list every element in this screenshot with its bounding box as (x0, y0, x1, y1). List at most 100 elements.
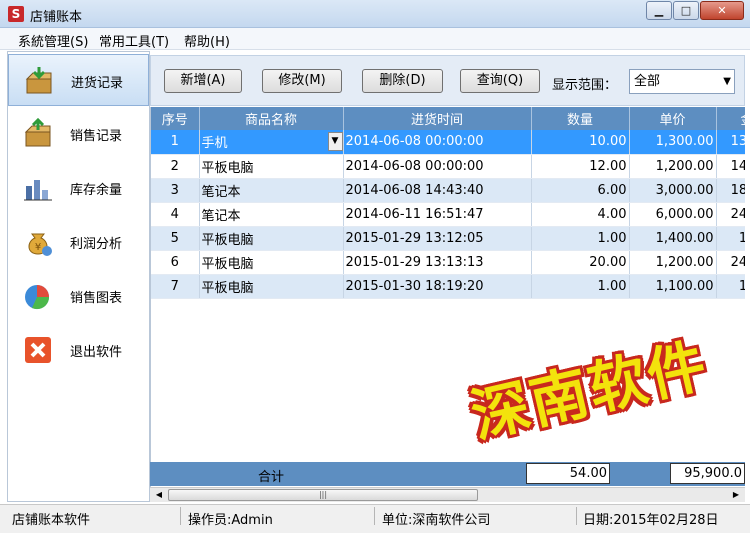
cell-product: 平板电脑 (199, 250, 344, 275)
sidebar-item-label: 进货记录 (71, 76, 124, 91)
cell-amount: 1,400.0 (716, 226, 745, 251)
cell-index: 3 (151, 178, 200, 203)
window-title: 店铺账本 (30, 10, 83, 25)
close-window-button[interactable]: ✕ (700, 1, 744, 20)
cell-price: 1,200.00 (629, 250, 717, 275)
cell-time: 2015-01-30 18:19:20 (343, 274, 532, 299)
cell-quantity: 12.00 (531, 154, 630, 179)
sidebar-item-stock[interactable]: 库存余量 (8, 162, 149, 214)
status-app-name: 店铺账本软件 (12, 513, 91, 528)
dropdown-arrow-icon[interactable]: ▼ (327, 132, 342, 151)
cell-time: 2014-06-08 00:00:00 (343, 154, 532, 179)
filter-label: 显示范围： (552, 78, 618, 93)
sidebar-item-purchase[interactable]: 进货记录 (8, 54, 149, 106)
table-row[interactable]: 2 平板电脑 2014-06-08 00:00:00 12.00 1,200.0… (151, 154, 745, 179)
cell-price: 6,000.00 (629, 202, 717, 227)
scrollbar-thumb[interactable]: ||| (168, 489, 478, 501)
cell-amount: 24,000.0 (716, 202, 745, 227)
cell-time: 2015-01-29 13:13:13 (343, 250, 532, 275)
sidebar-item-label: 库存余量 (70, 183, 123, 198)
table-row[interactable]: 6 平板电脑 2015-01-29 13:13:13 20.00 1,200.0… (151, 250, 745, 275)
purchase-table: 序号 商品名称 进货时间 数量 单价 金额 1 手机 ▼ 2014-06-08 … (150, 107, 745, 502)
sidebar: 进货记录 销售记录 库存余量 ¥ 利润分析 销售图表 退出软件 (7, 51, 150, 502)
cell-amount: 18,000.0 (716, 178, 745, 203)
cell-index: 7 (151, 274, 200, 299)
delete-button[interactable]: 删除(D) (362, 69, 443, 93)
header-product[interactable]: 商品名称 (199, 107, 344, 130)
table-header-row: 序号 商品名称 进货时间 数量 单价 金额 (151, 107, 745, 130)
menu-help[interactable]: 帮助(H) (184, 31, 230, 50)
cell-quantity: 20.00 (531, 250, 630, 275)
maximize-button[interactable]: □ (673, 1, 699, 20)
app-icon: S (8, 6, 24, 22)
cell-time: 2014-06-08 14:43:40 (343, 178, 532, 203)
table-row[interactable]: 5 平板电脑 2015-01-29 13:12:05 1.00 1,400.00… (151, 226, 745, 251)
cell-price: 1,400.00 (629, 226, 717, 251)
bar-chart-icon (24, 180, 52, 201)
cell-quantity: 10.00 (531, 130, 630, 155)
cell-time: 2014-06-11 16:51:47 (343, 202, 532, 227)
table-row[interactable]: 1 手机 ▼ 2014-06-08 00:00:00 10.00 1,300.0… (151, 130, 745, 155)
cell-product-combo[interactable]: 手机 ▼ (199, 130, 344, 155)
add-button[interactable]: 新增(A) (164, 69, 242, 93)
cell-index: 2 (151, 154, 200, 179)
cell-quantity: 6.00 (531, 178, 630, 203)
table-row[interactable]: 3 笔记本 2014-06-08 14:43:40 6.00 3,000.00 … (151, 178, 745, 203)
filter-select[interactable]: 全部 ▼ (629, 69, 735, 94)
cell-product: 笔记本 (199, 202, 344, 227)
box-out-icon (24, 118, 51, 147)
total-quantity: 54.00 (526, 463, 610, 484)
cell-time: 2014-06-08 00:00:00 (343, 130, 532, 155)
status-operator: 操作员:Admin (188, 513, 273, 528)
cell-product: 平板电脑 (199, 226, 344, 251)
cell-quantity: 1.00 (531, 274, 630, 299)
cell-product: 手机 (201, 136, 228, 152)
header-time[interactable]: 进货时间 (343, 107, 532, 130)
horizontal-scrollbar[interactable]: ◀ ||| ▶ (150, 487, 745, 502)
sidebar-item-label: 利润分析 (70, 237, 123, 252)
sidebar-item-label: 销售图表 (70, 291, 123, 306)
cell-price: 1,300.00 (629, 130, 717, 155)
status-divider (576, 507, 577, 525)
query-button[interactable]: 查询(Q) (460, 69, 540, 93)
title-bar: S 店铺账本 ▁ □ ✕ (0, 0, 750, 28)
scroll-left-icon[interactable]: ◀ (152, 489, 166, 501)
chevron-down-icon: ▼ (723, 76, 731, 87)
menu-bar: 系統管理(S) 常用工具(T) 帮助(H) (0, 28, 750, 50)
edit-button[interactable]: 修改(M) (262, 69, 342, 93)
menu-system[interactable]: 系統管理(S) (18, 31, 88, 50)
cell-price: 1,200.00 (629, 154, 717, 179)
header-index[interactable]: 序号 (151, 107, 200, 130)
table-row[interactable]: 7 平板电脑 2015-01-30 18:19:20 1.00 1,100.00… (151, 274, 745, 299)
cell-quantity: 1.00 (531, 226, 630, 251)
sidebar-item-sales[interactable]: 销售记录 (8, 108, 149, 160)
totals-row: 合计 54.00 95,900.0 (150, 462, 745, 486)
header-quantity[interactable]: 数量 (531, 107, 630, 130)
cell-amount: 1,100.0 (716, 274, 745, 299)
sidebar-item-profit[interactable]: ¥ 利润分析 (8, 216, 149, 268)
menu-tools[interactable]: 常用工具(T) (99, 31, 169, 50)
scroll-right-icon[interactable]: ▶ (729, 489, 743, 501)
pie-chart-icon (25, 285, 50, 310)
toolbar: 新增(A) 修改(M) 删除(D) 查询(Q) 显示范围： 全部 ▼ (150, 55, 745, 106)
header-amount[interactable]: 金额 (716, 107, 745, 130)
cell-price: 1,100.00 (629, 274, 717, 299)
cell-time: 2015-01-29 13:12:05 (343, 226, 532, 251)
cell-amount: 14,400.0 (716, 154, 745, 179)
sidebar-item-exit[interactable]: 退出软件 (8, 324, 149, 376)
cell-amount: 24,000.0 (716, 250, 745, 275)
cell-price: 3,000.00 (629, 178, 717, 203)
status-date: 日期:2015年02月28日 (583, 513, 719, 528)
cell-product: 平板电脑 (199, 274, 344, 299)
status-bar: 店铺账本软件 操作员:Admin 单位:深南软件公司 日期:2015年02月28… (0, 504, 750, 533)
minimize-button[interactable]: ▁ (646, 1, 672, 20)
cell-quantity: 4.00 (531, 202, 630, 227)
status-unit: 单位:深南软件公司 (382, 513, 491, 528)
sidebar-item-charts[interactable]: 销售图表 (8, 270, 149, 322)
cell-index: 6 (151, 250, 200, 275)
box-in-icon (25, 67, 52, 94)
total-amount: 95,900.0 (670, 463, 745, 484)
header-price[interactable]: 单价 (629, 107, 717, 130)
table-row[interactable]: 4 笔记本 2014-06-11 16:51:47 4.00 6,000.00 … (151, 202, 745, 227)
cell-index: 4 (151, 202, 200, 227)
